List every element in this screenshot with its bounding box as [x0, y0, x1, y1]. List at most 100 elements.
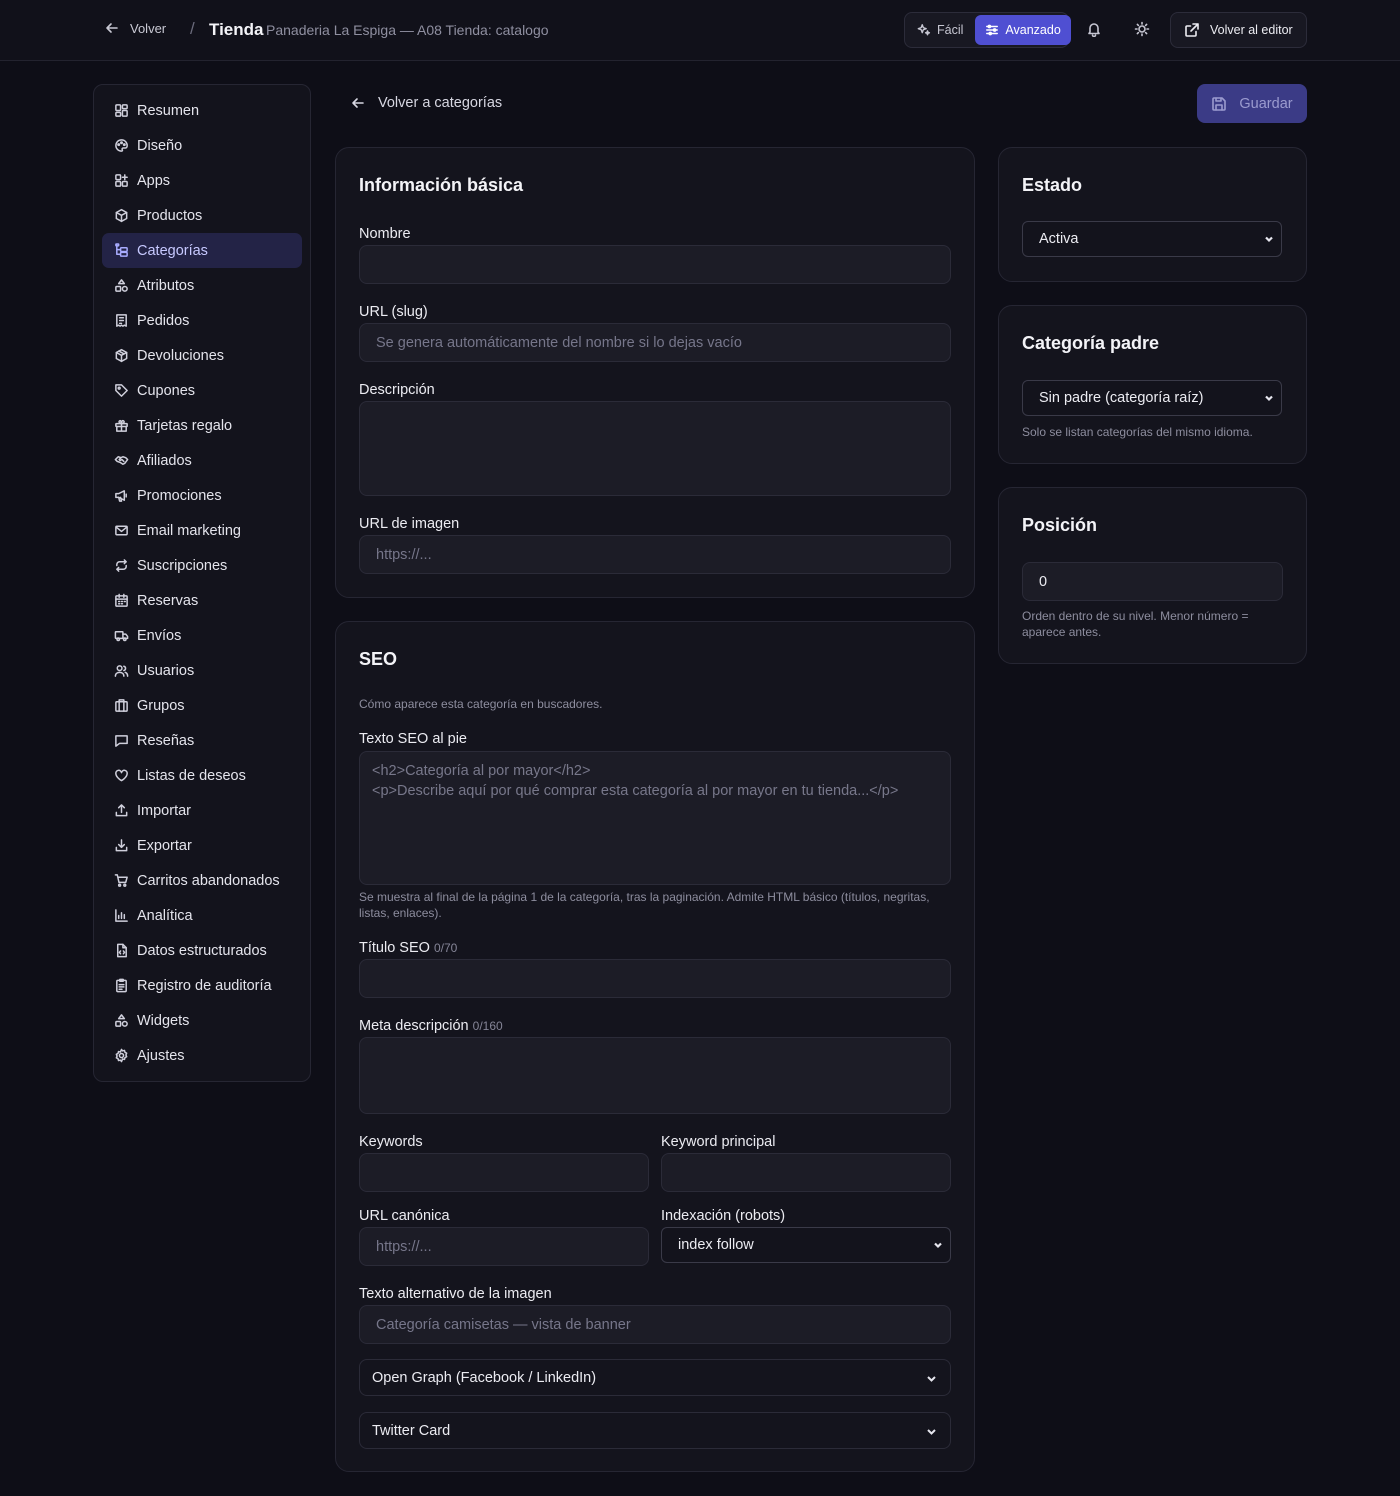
meta-description-label-text: Meta descripción — [359, 1018, 469, 1034]
sidebar-item-afiliados[interactable]: Afiliados — [102, 443, 302, 478]
sidebar-item-devoluciones[interactable]: Devoluciones — [102, 338, 302, 373]
sidebar-item-datos-estructurados[interactable]: Datos estructurados — [102, 933, 302, 968]
sidebar-item-label: Pedidos — [137, 312, 190, 329]
back-to-categories-link[interactable]: Volver a categorías — [350, 95, 502, 111]
breadcrumb-separator: / — [190, 19, 195, 38]
open-graph-accordion[interactable]: Open Graph (Facebook / LinkedIn) — [359, 1359, 951, 1396]
seo-title: SEO — [359, 649, 398, 669]
main-keyword-input[interactable] — [661, 1153, 951, 1192]
mail-icon — [115, 525, 128, 536]
repeat-icon — [116, 559, 127, 572]
footer-text-placeholder-line1: <h2>Categoría al por mayor</h2> — [372, 763, 591, 779]
sidebar-item-analitica[interactable]: Analítica — [102, 898, 302, 933]
sidebar-item-label: Carritos abandonados — [137, 872, 280, 889]
bell-icon — [1088, 23, 1100, 37]
seo-intro: Cómo aparece esta categoría en buscadore… — [359, 697, 603, 711]
chart-icon — [115, 909, 128, 922]
tree-icon — [115, 243, 128, 257]
sidebar-item-label: Atributos — [137, 277, 195, 294]
sidebar-item-label: Tarjetas regalo — [137, 417, 233, 434]
sidebar-item-label: Diseño — [137, 137, 183, 154]
save-label: Guardar — [1239, 95, 1293, 112]
sidebar-item-suscripciones[interactable]: Suscripciones — [102, 548, 302, 583]
seo-title-label: Título SEO 0/70 — [359, 940, 457, 956]
sparkles-icon — [917, 24, 931, 36]
position-title: Posición — [1022, 515, 1098, 535]
seo-title-input[interactable] — [359, 959, 951, 998]
sidebar-item-label: Suscripciones — [137, 557, 228, 574]
sidebar-item-tarjetas-regalo[interactable]: Tarjetas regalo — [102, 408, 302, 443]
sidebar-item-apps[interactable]: Apps — [102, 163, 302, 198]
notifications-button[interactable] — [1086, 21, 1102, 37]
sidebar-item-envios[interactable]: Envíos — [102, 618, 302, 653]
sliders-icon — [986, 24, 999, 36]
sidebar-item-label: Cupones — [137, 382, 196, 399]
sidebar-item-productos[interactable]: Productos — [102, 198, 302, 233]
sidebar-item-label: Reservas — [137, 592, 199, 609]
sidebar-item-label: Apps — [137, 172, 171, 189]
status-title: Estado — [1022, 175, 1083, 195]
save-button[interactable]: Guardar — [1197, 84, 1307, 123]
mode-easy-button[interactable]: Fácil — [907, 15, 973, 45]
sidebar-item-label: Analítica — [137, 907, 193, 924]
footer-text-textarea[interactable]: <h2>Categoría al por mayor</h2> <p>Descr… — [359, 751, 951, 885]
canonical-url-input[interactable]: https://... — [359, 1227, 649, 1266]
parent-category-card: Categoría padre Sin padre (categoría raí… — [998, 305, 1307, 464]
sidebar-item-atributos[interactable]: Atributos — [102, 268, 302, 303]
image-alt-input[interactable]: Categoría camisetas — vista de banner — [359, 1305, 951, 1344]
slug-input[interactable]: Se genera automáticamente del nombre si … — [359, 323, 951, 362]
parent-category-value: Sin padre (categoría raíz) — [1039, 390, 1204, 406]
basic-info-title: Información básica — [359, 175, 524, 195]
sidebar-item-resenas[interactable]: Reseñas — [102, 723, 302, 758]
sidebar-item-label: Grupos — [137, 697, 185, 714]
status-select[interactable]: Activa — [1022, 221, 1282, 257]
users-icon — [114, 665, 129, 677]
sidebar-item-diseno[interactable]: Diseño — [102, 128, 302, 163]
sidebar-item-grupos[interactable]: Grupos — [102, 688, 302, 723]
sidebar-item-reservas[interactable]: Reservas — [102, 583, 302, 618]
chevron-down-icon — [927, 1429, 936, 1435]
image-url-input[interactable]: https://... — [359, 535, 951, 574]
name-input[interactable] — [359, 245, 951, 284]
keywords-input[interactable] — [359, 1153, 649, 1192]
arrow-left-icon — [106, 23, 118, 33]
sidebar-item-usuarios[interactable]: Usuarios — [102, 653, 302, 688]
sidebar-item-listas-de-deseos[interactable]: Listas de deseos — [102, 758, 302, 793]
parent-category-select[interactable]: Sin padre (categoría raíz) — [1022, 380, 1282, 416]
sidebar-item-categorias[interactable]: Categorías — [102, 233, 302, 268]
name-label: Nombre — [359, 226, 411, 242]
theme-toggle-button[interactable] — [1134, 21, 1150, 37]
sidebar-item-email-marketing[interactable]: Email marketing — [102, 513, 302, 548]
handshake-icon — [114, 456, 129, 465]
sidebar-item-label: Productos — [137, 207, 203, 224]
clipboard-icon — [116, 978, 127, 993]
back-to-editor-button[interactable]: Volver al editor — [1170, 12, 1307, 48]
footer-text-label: Texto SEO al pie — [359, 731, 467, 747]
sidebar-item-label: Devoluciones — [137, 347, 225, 364]
sidebar-item-promociones[interactable]: Promociones — [102, 478, 302, 513]
sidebar-item-carritos-abandonados[interactable]: Carritos abandonados — [102, 863, 302, 898]
sidebar-item-cupones[interactable]: Cupones — [102, 373, 302, 408]
sidebar-item-exportar[interactable]: Exportar — [102, 828, 302, 863]
megaphone-icon — [115, 490, 127, 502]
sidebar-item-widgets[interactable]: Widgets — [102, 1003, 302, 1038]
sidebar-item-resumen[interactable]: Resumen — [102, 93, 302, 128]
keywords-label: Keywords — [359, 1134, 423, 1150]
page-title: Tienda — [209, 20, 264, 39]
position-input[interactable]: 0 — [1022, 562, 1283, 601]
sidebar-item-ajustes[interactable]: Ajustes — [102, 1038, 302, 1073]
description-label: Descripción — [359, 382, 435, 398]
slug-label: URL (slug) — [359, 304, 428, 320]
sidebar-item-registro-de-auditoria[interactable]: Registro de auditoría — [102, 968, 302, 1003]
sidebar-item-pedidos[interactable]: Pedidos — [102, 303, 302, 338]
description-textarea[interactable] — [359, 401, 951, 496]
back-to-categories-label: Volver a categorías — [378, 95, 503, 111]
robots-select[interactable]: index follow — [661, 1227, 951, 1263]
meta-description-textarea[interactable] — [359, 1037, 951, 1114]
back-button[interactable]: Volver — [104, 20, 166, 36]
seo-title-counter: 0/70 — [433, 941, 458, 955]
twitter-card-accordion[interactable]: Twitter Card — [359, 1412, 951, 1449]
mode-advanced-button[interactable]: Avanzado — [975, 15, 1071, 45]
sidebar-item-importar[interactable]: Importar — [102, 793, 302, 828]
apps-icon — [115, 174, 128, 187]
